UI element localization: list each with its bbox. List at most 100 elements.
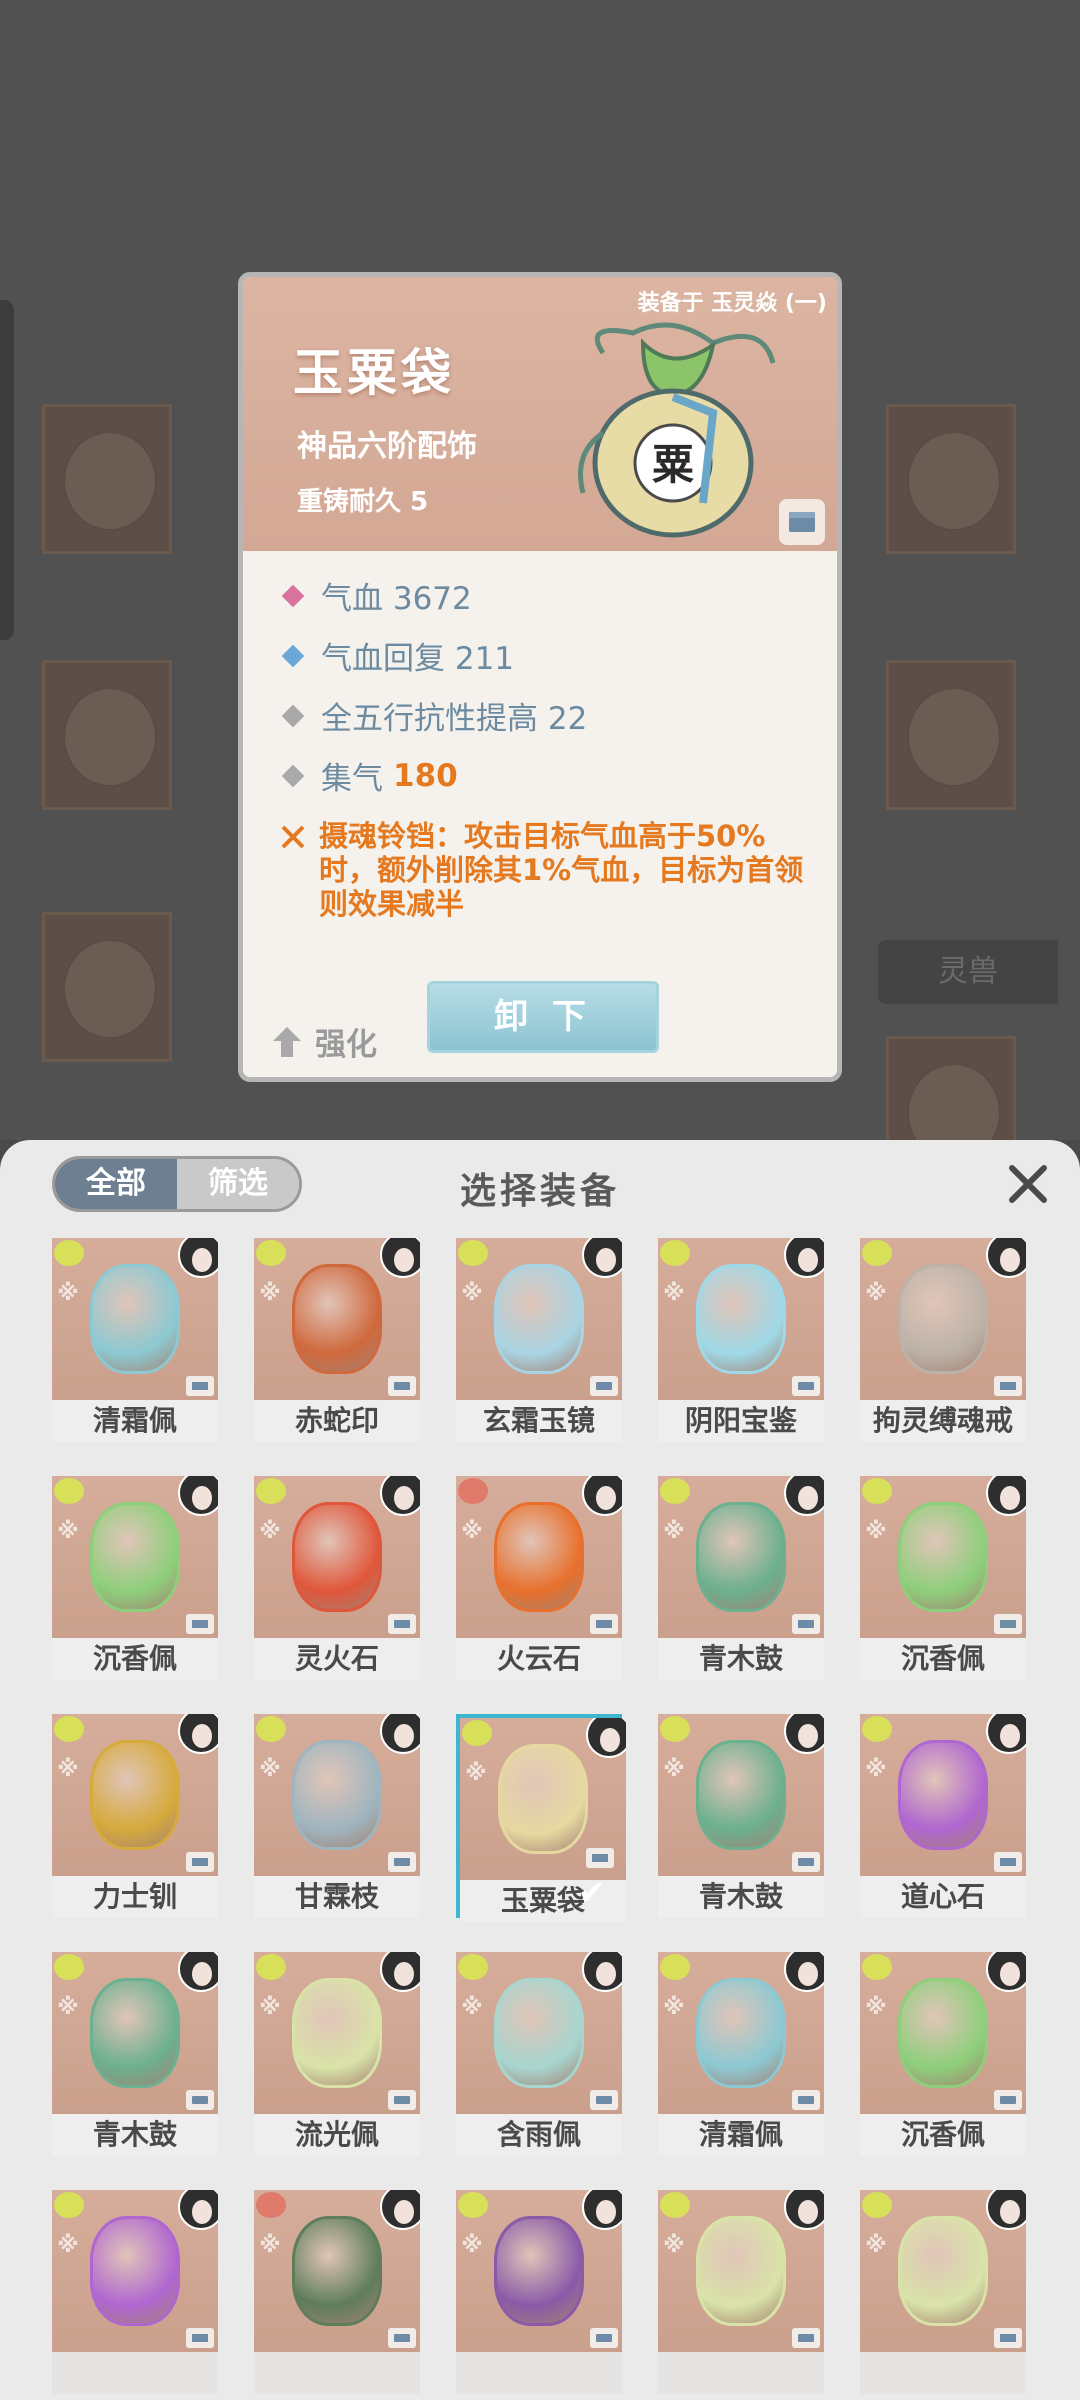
owner-avatar bbox=[178, 1476, 218, 1516]
equipment-slot[interactable]: ※ 灵火石 bbox=[254, 1476, 420, 1680]
equipment-slot[interactable]: ※ 流光佩 bbox=[254, 1952, 420, 2156]
equipment-icon bbox=[90, 1502, 180, 1612]
equipment-icon bbox=[292, 1264, 382, 1374]
equipment-icon bbox=[696, 1502, 786, 1612]
lock-icon bbox=[792, 1614, 820, 1634]
equipment-slot[interactable]: ※ 沉香佩 bbox=[860, 1476, 1026, 1680]
lock-icon bbox=[994, 2090, 1022, 2110]
equipment-slot[interactable]: ※ bbox=[860, 2190, 1026, 2394]
element-icon bbox=[862, 2192, 892, 2218]
element-icon bbox=[256, 1240, 286, 1266]
lock-icon bbox=[388, 2328, 416, 2348]
element-icon bbox=[458, 1954, 488, 1980]
equipment-slot[interactable]: ※ 青木鼓 bbox=[52, 1952, 218, 2156]
equipment-slot[interactable]: ※ 含雨佩 bbox=[456, 1952, 622, 2156]
lock-icon bbox=[388, 1376, 416, 1396]
equipment-slot[interactable]: ※ bbox=[52, 2190, 218, 2394]
equipment-name: 拘灵缚魂戒 bbox=[860, 1400, 1026, 1442]
owner-avatar bbox=[586, 1718, 626, 1758]
equipment-name: 青木鼓 bbox=[658, 1638, 824, 1680]
equipment-slot[interactable]: ※ bbox=[658, 2190, 824, 2394]
pouch-item-icon: 粟 bbox=[578, 322, 776, 538]
equipment-icon bbox=[898, 1502, 988, 1612]
rune-icon: ※ bbox=[259, 2233, 281, 2258]
equipment-name: 清霜佩 bbox=[658, 2114, 824, 2156]
lock-icon bbox=[994, 1376, 1022, 1396]
element-icon bbox=[462, 1720, 492, 1746]
stat-hp-regen: 气血回复 211 bbox=[279, 633, 514, 678]
owner-avatar bbox=[380, 1238, 420, 1278]
rune-icon: ※ bbox=[465, 1761, 487, 1786]
stat-focus: 集气 180 bbox=[279, 753, 458, 798]
rune-icon: ※ bbox=[865, 2233, 887, 2258]
lock-icon bbox=[186, 1852, 214, 1872]
equipment-icon bbox=[498, 1744, 588, 1854]
equipment-slot[interactable]: ※ bbox=[254, 2190, 420, 2394]
item-durability: 重铸耐久 5 bbox=[297, 487, 429, 517]
equipment-slot[interactable]: ※ 玉粟袋 ✔ bbox=[456, 1714, 626, 1922]
lock-icon bbox=[186, 1376, 214, 1396]
rune-icon: ※ bbox=[259, 1519, 281, 1544]
stat-diamond-icon bbox=[281, 764, 305, 787]
equipment-slot[interactable]: ※ 清霜佩 bbox=[658, 1952, 824, 2156]
lock-icon bbox=[792, 2328, 820, 2348]
equipment-name: 灵火石 bbox=[254, 1638, 420, 1680]
rune-icon: ※ bbox=[865, 1519, 887, 1544]
equipment-slot[interactable]: ※ 道心石 bbox=[860, 1714, 1026, 1918]
owner-avatar bbox=[582, 2190, 622, 2230]
equipment-slot[interactable]: ※ 阴阳宝鉴 bbox=[658, 1238, 824, 1442]
equipment-slot[interactable]: ※ bbox=[456, 2190, 622, 2394]
equipment-slot[interactable]: ※ 甘霖枝 bbox=[254, 1714, 420, 1918]
element-icon bbox=[862, 1954, 892, 1980]
select-equipment-panel: 全部 筛选 选择装备 ※ 清霜佩 ※ 赤蛇印 ※ 玄霜玉镜 ※ 阴阳宝鉴 ※ 拘灵缚魂戒 ※ 沉香佩 ※… bbox=[0, 1140, 1080, 2400]
equipment-slot[interactable]: ※ 玄霜玉镜 bbox=[456, 1238, 622, 1442]
owner-avatar bbox=[582, 1476, 622, 1516]
equipment-slot[interactable]: ※ 火云石 bbox=[456, 1476, 622, 1680]
equipment-slot[interactable]: ※ 青木鼓 bbox=[658, 1714, 824, 1918]
rune-icon: ※ bbox=[259, 1281, 281, 1306]
rune-icon: ※ bbox=[57, 1281, 79, 1306]
pouch-glyph: 粟 bbox=[652, 440, 694, 489]
equipment-slot[interactable]: ※ 赤蛇印 bbox=[254, 1238, 420, 1442]
equipment-icon bbox=[90, 1740, 180, 1850]
bg-equip-slot bbox=[42, 660, 172, 810]
item-detail-card: 装备于 玉灵焱 (一) 玉粟袋 神品六阶配饰 重铸耐久 5 粟 气血 3672 … bbox=[238, 272, 842, 1082]
element-icon bbox=[54, 1716, 84, 1742]
lock-icon bbox=[792, 1376, 820, 1396]
equipment-icon bbox=[898, 2216, 988, 2326]
equipment-slot[interactable]: ※ 沉香佩 bbox=[52, 1476, 218, 1680]
rune-icon: ※ bbox=[663, 1757, 685, 1782]
strengthen-button[interactable]: 强化 bbox=[271, 1019, 377, 1064]
owner-avatar bbox=[986, 1952, 1026, 1992]
lock-icon bbox=[586, 1848, 614, 1868]
equipment-icon bbox=[90, 1264, 180, 1374]
owner-avatar bbox=[986, 1238, 1026, 1278]
equipment-slot[interactable]: ※ 力士钏 bbox=[52, 1714, 218, 1918]
lock-icon bbox=[789, 512, 815, 532]
rune-icon: ※ bbox=[663, 1519, 685, 1544]
side-drawer-handle bbox=[0, 300, 14, 640]
arrow-up-icon bbox=[273, 1026, 301, 1057]
equipment-icon bbox=[494, 1264, 584, 1374]
lock-button[interactable] bbox=[779, 499, 825, 545]
owner-avatar bbox=[784, 1952, 824, 1992]
owner-avatar bbox=[380, 2190, 420, 2230]
checkmark-icon: ✔ bbox=[578, 1873, 607, 1913]
equipment-slot[interactable]: ※ 清霜佩 bbox=[52, 1238, 218, 1442]
stat-diamond-icon bbox=[281, 584, 305, 607]
element-icon bbox=[862, 1478, 892, 1504]
bg-spirit-beast-tab: 灵兽 bbox=[878, 940, 1058, 1004]
equipment-icon bbox=[696, 2216, 786, 2326]
equipment-slot[interactable]: ※ 沉香佩 bbox=[860, 1952, 1026, 2156]
equipment-slot[interactable]: ※ 青木鼓 bbox=[658, 1476, 824, 1680]
lock-icon bbox=[792, 1852, 820, 1872]
owner-avatar bbox=[784, 1714, 824, 1754]
rune-icon: ※ bbox=[259, 1995, 281, 2020]
element-icon bbox=[54, 1954, 84, 1980]
element-icon bbox=[54, 2192, 84, 2218]
close-icon[interactable] bbox=[1004, 1160, 1052, 1208]
unequip-button[interactable]: 卸 下 bbox=[427, 981, 659, 1053]
element-icon bbox=[256, 1954, 286, 1980]
equipment-slot[interactable]: ※ 拘灵缚魂戒 bbox=[860, 1238, 1026, 1442]
rune-icon: ※ bbox=[57, 2233, 79, 2258]
